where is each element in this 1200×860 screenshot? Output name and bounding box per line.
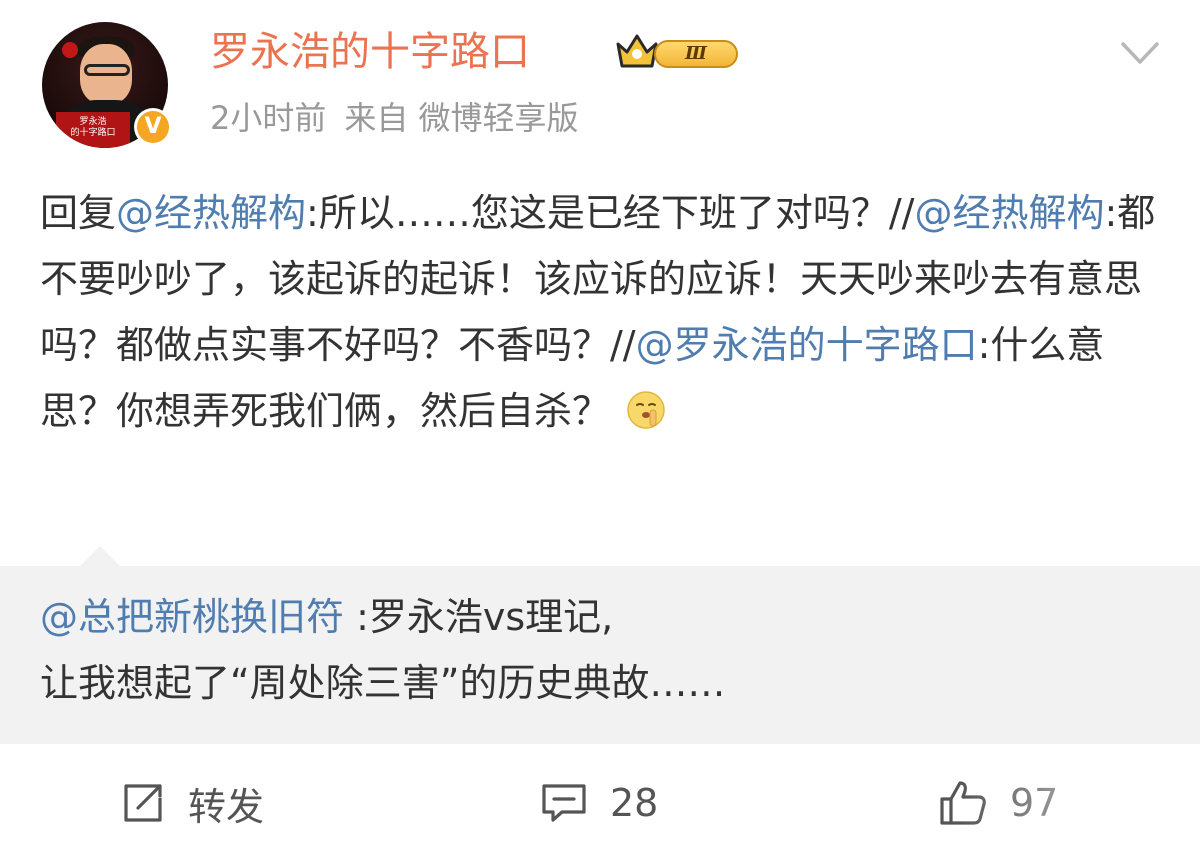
mention-link[interactable]: @经热解构 <box>116 191 306 235</box>
comment-icon <box>542 784 586 822</box>
author-avatar[interactable]: 罗永浩 的十字路口 V <box>42 22 172 148</box>
edge-fade <box>960 744 1200 860</box>
repost-button[interactable]: 转发 <box>120 778 265 829</box>
mention-link[interactable]: @罗永浩的十字路口 <box>636 323 978 367</box>
member-rank-badge[interactable]: Ⅲ <box>614 30 740 74</box>
author-name[interactable]: 罗永浩的十字路口 <box>210 28 530 76</box>
crown-icon <box>616 34 658 68</box>
verified-mark: V <box>137 111 169 143</box>
quoted-post-line2: 让我想起了“周处除三害”的历史典故…… <box>40 661 726 705</box>
reply-prefix: 回复 <box>40 191 117 235</box>
chevron-down-icon[interactable] <box>1120 40 1160 66</box>
avatar-caption-line2: 的十字路口 <box>70 128 116 138</box>
quoted-post-line1: @总把新桃换旧符 :罗永浩vs理记, <box>40 584 1160 650</box>
rank-level-label: Ⅲ <box>654 40 738 68</box>
post-text-segment: :所以……您这是已经下班了对吗？// <box>306 191 915 235</box>
avatar-glasses <box>84 64 130 76</box>
post-source[interactable]: 来自 微博轻享版 <box>344 99 578 137</box>
mention-link[interactable]: @经热解构 <box>914 191 1104 235</box>
quoted-author-mention[interactable]: @总把新桃换旧符 <box>40 595 344 639</box>
post-time: 2小时前 <box>210 99 327 137</box>
avatar-caption-line1: 罗永浩 <box>79 117 107 127</box>
post-body: 回复@经热解构:所以……您这是已经下班了对吗？//@经热解构:都不要吵吵了，该起… <box>40 180 1168 444</box>
quote-caret <box>80 546 120 566</box>
comment-count: 28 <box>610 781 659 825</box>
repost-label: 转发 <box>188 784 265 829</box>
repost-icon <box>124 784 162 822</box>
quoted-post-text[interactable]: @总把新桃换旧符 :罗永浩vs理记, 让我想起了“周处除三害”的历史典故…… <box>40 584 1160 716</box>
shushing-face-emoji-icon <box>627 391 665 429</box>
comment-button[interactable]: 28 <box>540 778 658 828</box>
avatar-logo-icon <box>62 42 78 58</box>
action-bar: 转发 28 97 <box>0 744 1200 860</box>
verified-badge-icon: V <box>134 108 172 146</box>
quoted-text-segment: :罗永浩vs理记, <box>344 595 614 639</box>
post-meta: 2小时前 来自 微博轻享版 <box>210 98 597 138</box>
avatar-banner: 罗永浩 的十字路口 <box>56 112 130 148</box>
